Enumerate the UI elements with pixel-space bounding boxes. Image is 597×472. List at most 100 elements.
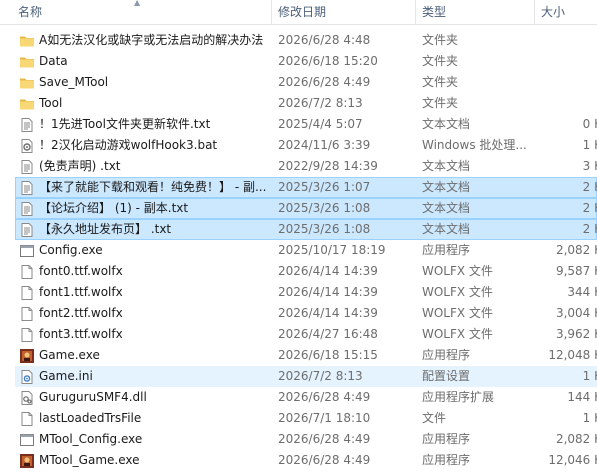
column-divider[interactable]	[415, 0, 416, 24]
file-modified-date: 2025/3/26 1:08	[278, 222, 371, 236]
blank-file-icon	[19, 285, 35, 301]
file-name: 【永久地址发布页】 .txt	[39, 222, 172, 236]
file-name: ！1先进Tool文件夹更新软件.txt	[39, 117, 211, 131]
file-type: WOLFX 文件	[422, 306, 493, 320]
file-row[interactable]: 【来了就能下载和观看！纯免费！】 - 副... 2025/3/26 1:07 文本文…	[15, 177, 597, 198]
file-name: (免责声明) .txt	[39, 159, 121, 173]
text-file-icon	[19, 201, 35, 217]
file-type: 文本文档	[422, 159, 471, 173]
file-modified-date: 2026/7/2 8:13	[278, 96, 363, 110]
file-type: 文本文档	[422, 201, 471, 215]
file-row[interactable]: 【永久地址发布页】 .txt 2025/3/26 1:08 文本文档 2 K	[15, 219, 597, 240]
file-row[interactable]: Config.exe 2025/10/17 18:19 应用程序 2,082 K	[15, 240, 597, 261]
file-row[interactable]: Save_MTool 2026/6/28 4:49 文件夹	[15, 72, 597, 93]
file-modified-date: 2026/6/28 4:49	[278, 390, 371, 404]
file-row[interactable]: font3.ttf.wolfx 2026/4/27 16:48 WOLFX 文件 3,…	[15, 324, 597, 345]
file-modified-date: 2026/7/2 8:13	[278, 369, 363, 383]
file-row[interactable]: (免责声明) .txt 2022/9/28 14:39 文本文档 3 K	[15, 156, 597, 177]
file-row[interactable]: GuruguruSMF4.dll 2026/6/28 4:49 应用程序扩展 144 …	[15, 387, 597, 408]
file-name: Data	[39, 54, 68, 68]
file-modified-date: 2026/6/18 15:20	[278, 54, 378, 68]
file-modified-date: 2026/4/14 14:39	[278, 264, 378, 278]
file-size: 3,004 K	[555, 306, 597, 320]
column-divider[interactable]	[534, 0, 535, 24]
folder-icon	[19, 54, 35, 70]
blank-file-icon	[19, 411, 35, 427]
file-name: ！2汉化启动游戏wolfHook3.bat	[39, 138, 218, 152]
game-exe-icon	[19, 348, 35, 364]
file-name: Game.exe	[39, 348, 100, 362]
file-name: font2.ttf.wolfx	[39, 306, 123, 320]
column-header-type[interactable]: 类型	[422, 0, 446, 24]
file-type: WOLFX 文件	[422, 327, 493, 341]
file-size: 0 K	[582, 117, 597, 131]
file-type: 应用程序扩展	[422, 390, 495, 404]
file-row[interactable]: MTool_Config.exe 2026/6/28 4:49 应用程序 2,082 …	[15, 429, 597, 450]
file-name: font0.ttf.wolfx	[39, 264, 123, 278]
file-size	[542, 52, 597, 71]
file-type: Windows 批处理...	[422, 138, 527, 152]
file-size: 1 K	[582, 369, 597, 383]
file-type: 应用程序	[422, 348, 471, 362]
file-size	[542, 31, 597, 50]
file-name: Config.exe	[39, 243, 103, 257]
file-type: WOLFX 文件	[422, 264, 493, 278]
file-size: 3,962 K	[555, 327, 597, 341]
file-modified-date: 2026/6/18 15:15	[278, 348, 378, 362]
sort-up-icon: ▲	[134, 0, 141, 7]
file-type: 应用程序	[422, 432, 471, 446]
file-type: 文件	[422, 411, 447, 425]
app-window-icon	[19, 432, 35, 448]
dll-file-icon	[19, 390, 35, 406]
folder-icon	[19, 96, 35, 112]
column-header-date[interactable]: 修改日期	[278, 0, 326, 24]
file-name: Game.ini	[39, 369, 93, 383]
file-size: 2 K	[582, 180, 597, 194]
file-type: 文件夹	[422, 75, 459, 89]
file-type: 文本文档	[422, 222, 471, 236]
file-name: 【论坛介绍】 (1) - 副本.txt	[39, 201, 189, 215]
file-modified-date: 2026/4/14 14:39	[278, 306, 378, 320]
file-modified-date: 2022/9/28 14:39	[278, 159, 378, 173]
file-size: 2,082 K	[555, 432, 597, 446]
file-size: 2,082 K	[555, 243, 597, 257]
file-row[interactable]: Tool 2026/7/2 8:13 文件夹	[15, 93, 597, 114]
file-row[interactable]: font2.ttf.wolfx 2026/4/14 14:39 WOLFX 文件 3,…	[15, 303, 597, 324]
column-header-name[interactable]: 名称	[18, 0, 42, 24]
config-file-icon	[19, 369, 35, 385]
folder-icon	[19, 75, 35, 91]
file-row[interactable]: font0.ttf.wolfx 2026/4/14 14:39 WOLFX 文件 9,…	[15, 261, 597, 282]
file-row[interactable]: ！2汉化启动游戏wolfHook3.bat 2024/11/6 3:39 Windo…	[15, 135, 597, 156]
file-row[interactable]: font1.ttf.wolfx 2026/4/14 14:39 WOLFX 文件 34…	[15, 282, 597, 303]
column-header-bar: ▲ 名称 修改日期 类型 大小	[0, 0, 597, 25]
file-modified-date: 2025/10/17 18:19	[278, 243, 386, 257]
column-header-size[interactable]: 大小	[541, 0, 565, 24]
file-size: 3 K	[582, 159, 597, 173]
file-row[interactable]: 【论坛介绍】 (1) - 副本.txt 2025/3/26 1:08 文本文档 2 K	[15, 198, 597, 219]
file-size	[542, 94, 597, 113]
file-name: 【来了就能下载和观看！纯免费！】 - 副...	[39, 180, 267, 194]
file-row[interactable]: Game.ini 2026/7/2 8:13 配置设置 1 K	[15, 366, 597, 387]
file-modified-date: 2026/6/28 4:48	[278, 33, 371, 47]
file-row[interactable]: A如无法汉化或缺字或无法启动的解决办法 2026/6/28 4:48 文件夹	[15, 30, 597, 51]
file-size: 1 K	[582, 138, 597, 152]
file-row[interactable]: lastLoadedTrsFile 2026/7/1 18:10 文件 1 K	[15, 408, 597, 429]
file-size: 2 K	[582, 222, 597, 236]
file-modified-date: 2025/4/4 5:07	[278, 117, 363, 131]
file-modified-date: 2024/11/6 3:39	[278, 138, 371, 152]
batch-file-icon	[19, 138, 35, 154]
file-name: lastLoadedTrsFile	[39, 411, 142, 425]
file-row[interactable]: Game.exe 2026/6/18 15:15 应用程序 12,048 K	[15, 345, 597, 366]
file-name: Tool	[39, 96, 63, 110]
file-type: 文本文档	[422, 180, 471, 194]
file-type: 文件夹	[422, 96, 459, 110]
file-modified-date: 2025/3/26 1:07	[278, 180, 371, 194]
file-type: WOLFX 文件	[422, 285, 493, 299]
file-type: 文件夹	[422, 54, 459, 68]
file-name: Save_MTool	[39, 75, 109, 89]
column-divider[interactable]	[271, 0, 272, 24]
file-row[interactable]: ！1先进Tool文件夹更新软件.txt 2025/4/4 5:07 文本文档 0 K	[15, 114, 597, 135]
file-size: 12,048 K	[548, 348, 597, 362]
file-row[interactable]: Data 2026/6/18 15:20 文件夹	[15, 51, 597, 72]
file-name: GuruguruSMF4.dll	[39, 390, 147, 404]
